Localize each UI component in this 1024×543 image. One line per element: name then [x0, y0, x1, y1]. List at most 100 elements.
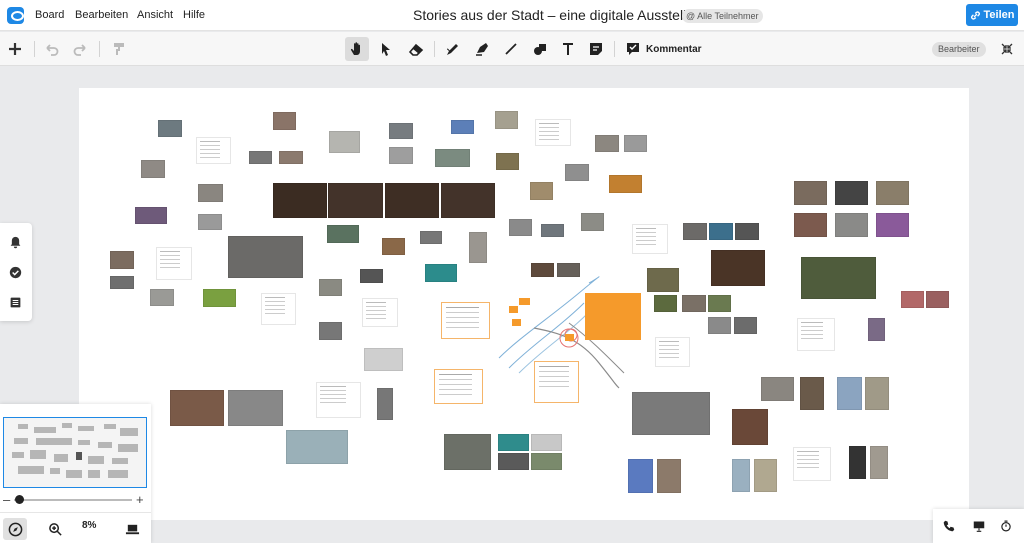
photo[interactable]	[495, 111, 518, 129]
photo[interactable]	[794, 213, 827, 237]
photo[interactable]	[141, 160, 165, 178]
photo[interactable]	[581, 213, 604, 231]
map-marker[interactable]	[519, 298, 530, 305]
photo[interactable]	[249, 151, 272, 164]
photo[interactable]	[711, 250, 765, 286]
highlighter-tool-button[interactable]	[470, 37, 494, 61]
text-note[interactable]	[797, 318, 835, 351]
navigator-toggle-button[interactable]	[3, 518, 27, 540]
photo[interactable]	[682, 295, 706, 312]
photo[interactable]	[565, 164, 589, 181]
photo[interactable]	[835, 181, 868, 205]
notifications-button[interactable]	[6, 233, 24, 251]
photo[interactable]	[531, 263, 554, 277]
photo[interactable]	[876, 181, 909, 205]
photo[interactable]	[926, 291, 949, 308]
photo[interactable]	[654, 295, 677, 312]
text-note[interactable]	[156, 247, 192, 280]
menu-board[interactable]: Board	[35, 9, 64, 21]
info-note[interactable]	[434, 369, 483, 404]
zoom-level[interactable]: 8%	[82, 520, 96, 531]
board-title[interactable]: Stories aus der Stadt – eine digitale Au…	[413, 7, 710, 23]
photo[interactable]	[632, 392, 710, 435]
info-note[interactable]	[534, 361, 579, 403]
photo[interactable]	[849, 446, 866, 479]
photo[interactable]	[735, 223, 759, 240]
photo[interactable]	[498, 434, 529, 451]
photo[interactable]	[837, 377, 862, 410]
photo[interactable]	[228, 390, 283, 426]
hand-tool-button[interactable]	[345, 37, 369, 61]
undo-button[interactable]	[40, 37, 64, 61]
comment-tool-button[interactable]	[621, 37, 645, 61]
photo[interactable]	[228, 236, 303, 278]
participants-badge[interactable]: @ Alle Teilnehmer	[682, 9, 763, 23]
photo[interactable]	[319, 279, 342, 296]
photo[interactable]	[628, 459, 653, 493]
menu-ansicht[interactable]: Ansicht	[137, 9, 173, 21]
photo[interactable]	[360, 269, 383, 283]
add-button[interactable]	[3, 37, 27, 61]
text-note[interactable]	[196, 137, 231, 164]
photo[interactable]	[110, 251, 134, 269]
photo[interactable]	[734, 317, 757, 334]
photo[interactable]	[420, 231, 442, 244]
photo[interactable]	[198, 184, 223, 202]
photo[interactable]	[541, 224, 564, 237]
photo[interactable]	[683, 223, 707, 240]
timer-button[interactable]	[997, 517, 1015, 535]
photo[interactable]	[657, 459, 681, 493]
info-note[interactable]	[441, 302, 490, 339]
photo[interactable]	[203, 289, 236, 307]
photo[interactable]	[901, 291, 924, 308]
map-marker[interactable]	[509, 306, 518, 313]
zoom-slider-track[interactable]	[14, 499, 132, 501]
text-note[interactable]	[632, 224, 668, 254]
photo[interactable]	[279, 151, 303, 164]
photo[interactable]	[835, 213, 868, 237]
text-note[interactable]	[793, 447, 831, 481]
select-tool-button[interactable]	[374, 37, 398, 61]
photo[interactable]	[794, 181, 827, 205]
photo[interactable]	[286, 430, 348, 464]
photo[interactable]	[110, 276, 134, 289]
photo[interactable]	[389, 123, 413, 139]
photo[interactable]	[557, 263, 580, 277]
photo[interactable]	[498, 453, 529, 470]
text-note[interactable]	[261, 293, 296, 325]
text-tool-button[interactable]	[556, 37, 580, 61]
photo[interactable]	[800, 377, 824, 410]
photo[interactable]	[435, 149, 470, 167]
eraser-tool-button[interactable]	[404, 37, 428, 61]
map-marker[interactable]	[512, 319, 521, 326]
text-note[interactable]	[535, 119, 571, 146]
zoom-out-button[interactable]: –	[3, 492, 10, 507]
photo[interactable]	[509, 219, 532, 236]
text-note[interactable]	[655, 337, 690, 367]
photo[interactable]	[531, 453, 562, 470]
photo[interactable]	[319, 322, 342, 340]
photo[interactable]	[273, 112, 296, 130]
text-note[interactable]	[316, 382, 361, 418]
photo[interactable]	[385, 183, 439, 218]
photo[interactable]	[135, 207, 167, 224]
photo[interactable]	[451, 120, 474, 134]
line-tool-button[interactable]	[499, 37, 523, 61]
photo[interactable]	[377, 388, 393, 420]
comment-label[interactable]: Kommentar	[646, 44, 702, 55]
photo[interactable]	[170, 390, 224, 426]
sticky-note-tool-button[interactable]	[584, 37, 608, 61]
photo[interactable]	[530, 182, 553, 200]
share-button[interactable]: Teilen	[966, 4, 1018, 26]
photo[interactable]	[870, 446, 888, 479]
photo[interactable]	[708, 317, 731, 334]
screen-share-button[interactable]	[970, 517, 988, 535]
photo[interactable]	[364, 348, 403, 371]
photo[interactable]	[609, 175, 642, 193]
photo[interactable]	[198, 214, 222, 230]
photo[interactable]	[708, 295, 731, 312]
photo[interactable]	[647, 268, 679, 292]
photo[interactable]	[329, 131, 360, 153]
photo[interactable]	[624, 135, 647, 152]
photo[interactable]	[150, 289, 174, 306]
